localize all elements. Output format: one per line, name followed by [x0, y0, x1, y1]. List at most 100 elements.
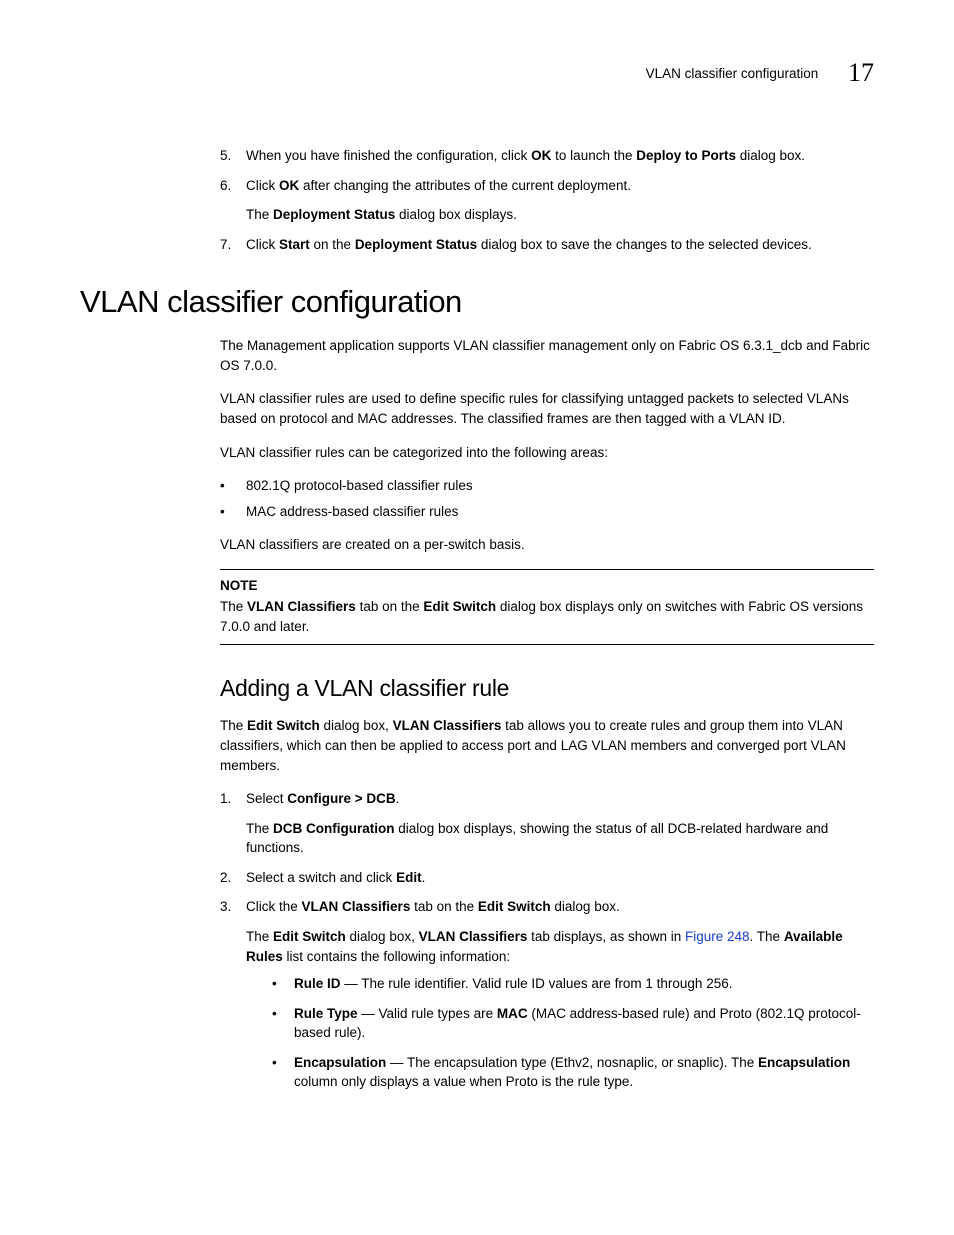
text-run: dialog box. [736, 148, 805, 163]
page: VLAN classifier configuration 17 5.When … [0, 0, 954, 1235]
list-item: •Encapsulation — The encapsulation type … [272, 1053, 874, 1092]
running-title: VLAN classifier configuration [646, 66, 819, 81]
bold-text: Rule ID [294, 976, 341, 991]
text-run: tab on the [356, 599, 424, 614]
bullet-text: Rule Type — Valid rule types are MAC (MA… [294, 1004, 874, 1043]
text-run: to launch the [551, 148, 636, 163]
text-run: dialog box to save the changes to the se… [477, 237, 812, 252]
list-item: 7.Click Start on the Deployment Status d… [220, 235, 874, 255]
bold-text: DCB Configuration [273, 821, 394, 836]
text-run: Click [246, 178, 279, 193]
list-item: 5.When you have finished the configurati… [220, 146, 874, 166]
cross-reference[interactable]: Figure 248 [685, 929, 750, 944]
bullet-icon: • [220, 502, 246, 522]
text-run: tab displays, as shown in [527, 929, 685, 944]
bold-text: Rule Type [294, 1006, 358, 1021]
text-run: The [246, 929, 273, 944]
step-text: Select a switch and click Edit. [246, 868, 874, 888]
chapter-number: 17 [848, 58, 874, 87]
step-text: Click the VLAN Classifiers tab on the Ed… [246, 897, 874, 917]
step-text: Click OK after changing the attributes o… [246, 176, 874, 196]
bold-text: VLAN Classifiers [419, 929, 528, 944]
step-subtext: The DCB Configuration dialog box display… [246, 819, 874, 858]
ordered-steps-bottom: 1.Select Configure > DCB. The DCB Configu… [220, 789, 874, 1102]
bold-text: Edit [396, 870, 422, 885]
bullet-text: Rule ID — The rule identifier. Valid rul… [294, 974, 874, 994]
text-run: Select [246, 791, 287, 806]
paragraph: VLAN classifiers are created on a per-sw… [220, 535, 874, 555]
text-run: . [422, 870, 426, 885]
bold-text: Edit Switch [247, 718, 320, 733]
text-run: Click [246, 237, 279, 252]
step-subtext: The Edit Switch dialog box, VLAN Classif… [246, 927, 874, 966]
section-heading: VLAN classifier configuration [80, 284, 874, 320]
text-run: . The [750, 929, 784, 944]
text-run: When you have finished the configuration… [246, 148, 531, 163]
text-run: Click the [246, 899, 302, 914]
note-block: NOTE The VLAN Classifiers tab on the Edi… [220, 569, 874, 646]
list-item: •Rule ID — The rule identifier. Valid ru… [272, 974, 874, 994]
bullet-icon: • [272, 1004, 294, 1043]
bold-text: Start [279, 237, 310, 252]
bullet-text: MAC address-based classifier rules [246, 502, 874, 522]
running-header: VLAN classifier configuration 17 [80, 58, 874, 88]
ordered-steps-top: 5.When you have finished the configurati… [220, 146, 874, 254]
text-run: after changing the attributes of the cur… [299, 178, 631, 193]
bullet-list: •802.1Q protocol-based classifier rules•… [220, 476, 874, 521]
step-number: 6. [220, 176, 246, 225]
step-number: 2. [220, 868, 246, 888]
bold-text: OK [531, 148, 551, 163]
text-run: — Valid rule types are [358, 1006, 497, 1021]
step-number: 3. [220, 897, 246, 1102]
bold-text: Deployment Status [273, 207, 395, 222]
section-body: The Management application supports VLAN… [220, 336, 874, 1102]
bullet-text: Encapsulation — The encapsulation type (… [294, 1053, 874, 1092]
list-item: 3.Click the VLAN Classifiers tab on the … [220, 897, 874, 1102]
list-item: •Rule Type — Valid rule types are MAC (M… [272, 1004, 874, 1043]
step-body: Select a switch and click Edit. [246, 868, 874, 888]
bold-text: Deploy to Ports [636, 148, 736, 163]
step-number: 1. [220, 789, 246, 858]
list-item: •802.1Q protocol-based classifier rules [220, 476, 874, 496]
bold-text: Deployment Status [355, 237, 477, 252]
note-label: NOTE [220, 576, 874, 596]
text-run: dialog box displays. [395, 207, 517, 222]
step-text: Click Start on the Deployment Status dia… [246, 235, 874, 255]
paragraph: The Edit Switch dialog box, VLAN Classif… [220, 716, 874, 775]
bullet-icon: • [272, 974, 294, 994]
step-subtext: The Deployment Status dialog box display… [246, 205, 874, 225]
text-run: — The rule identifier. Valid rule ID val… [341, 976, 733, 991]
step-text: Select Configure > DCB. [246, 789, 874, 809]
list-item: 2.Select a switch and click Edit. [220, 868, 874, 888]
bullet-text: 802.1Q protocol-based classifier rules [246, 476, 874, 496]
text-run: tab on the [410, 899, 478, 914]
subsection-heading: Adding a VLAN classifier rule [220, 675, 874, 702]
text-run: The [246, 207, 273, 222]
step-text: When you have finished the configuration… [246, 146, 874, 166]
list-item: •MAC address-based classifier rules [220, 502, 874, 522]
note-body: The VLAN Classifiers tab on the Edit Swi… [220, 597, 874, 636]
bold-text: OK [279, 178, 299, 193]
bold-text: Edit Switch [478, 899, 551, 914]
content-area: 5.When you have finished the configurati… [220, 146, 874, 254]
text-run: The [220, 599, 247, 614]
text-run: . [396, 791, 400, 806]
step-number: 5. [220, 146, 246, 166]
step-body: Click OK after changing the attributes o… [246, 176, 874, 225]
text-run: — The encapsulation type (Ethv2, nosnapl… [386, 1055, 758, 1070]
bold-text: Encapsulation [294, 1055, 386, 1070]
bold-text: MAC [497, 1006, 528, 1021]
bold-text: Edit Switch [273, 929, 346, 944]
paragraph: VLAN classifier rules are used to define… [220, 389, 874, 428]
bold-text: VLAN Classifiers [302, 899, 411, 914]
text-run: Select a switch and click [246, 870, 396, 885]
step-body: When you have finished the configuration… [246, 146, 874, 166]
paragraph: The Management application supports VLAN… [220, 336, 874, 375]
bold-text: VLAN Classifiers [393, 718, 502, 733]
text-run: dialog box, [320, 718, 393, 733]
sub-bullet-list: •Rule ID — The rule identifier. Valid ru… [272, 974, 874, 1092]
text-run: on the [310, 237, 355, 252]
text-run: dialog box. [551, 899, 620, 914]
bold-text: Configure > DCB [287, 791, 395, 806]
text-run: The [246, 821, 273, 836]
